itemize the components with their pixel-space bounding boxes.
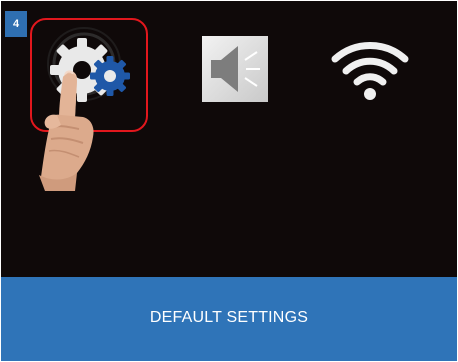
screen: 4 DEFAULT SETTINGS	[1, 1, 457, 361]
footer-bar: DEFAULT SETTINGS	[1, 277, 457, 361]
pointing-hand-icon	[39, 70, 94, 191]
wifi-icon[interactable]	[331, 39, 409, 101]
footer-label: DEFAULT SETTINGS	[149, 309, 309, 326]
step-badge: 4	[5, 11, 27, 37]
speaker-icon[interactable]	[202, 36, 268, 102]
